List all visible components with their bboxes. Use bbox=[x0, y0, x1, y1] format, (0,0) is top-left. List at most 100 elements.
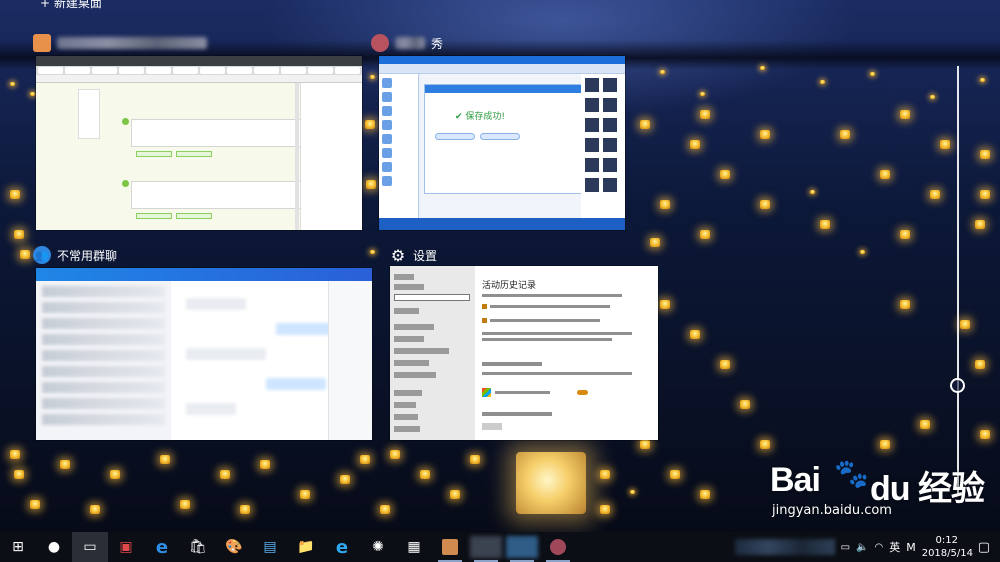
settings-nav-row bbox=[394, 324, 434, 330]
timeline-slider-handle[interactable] bbox=[950, 378, 965, 393]
settings-nav bbox=[390, 266, 475, 440]
lantern-light bbox=[360, 455, 370, 464]
taskbar: ⊞ ● ▭ ▣ e 🛍 🎨 ▤ 📁 e ✺ ▦ ▭ 🔈 ◠ 英 M 0:12 2… bbox=[0, 532, 1000, 562]
taskbar-running-browser[interactable] bbox=[432, 532, 468, 562]
taskbar-running-editor[interactable] bbox=[540, 532, 576, 562]
taskbar-app-edge[interactable]: e bbox=[144, 532, 180, 562]
lantern-light bbox=[760, 66, 765, 70]
chat-messages bbox=[176, 288, 346, 415]
tray-hidden-icons[interactable] bbox=[734, 539, 835, 555]
browser-scrollbar bbox=[295, 83, 299, 230]
window-title: 设置 bbox=[413, 248, 438, 263]
lantern-light bbox=[30, 500, 40, 509]
lantern-light bbox=[700, 230, 710, 239]
media-player-icon: ▣ bbox=[119, 539, 133, 555]
save-success-dialog: ✔ 保存成功! bbox=[424, 84, 584, 194]
lantern-light bbox=[450, 490, 460, 499]
checkbox-icon bbox=[482, 318, 487, 323]
lantern-light bbox=[720, 360, 730, 369]
lantern-light bbox=[900, 110, 910, 119]
start-button[interactable]: ⊞ bbox=[0, 532, 36, 562]
editor-thumbnail-strip bbox=[581, 74, 625, 218]
taskbar-app-store[interactable]: 🛍 bbox=[180, 532, 216, 562]
lantern-light bbox=[260, 460, 270, 469]
volume-icon[interactable]: 🔈 bbox=[856, 542, 868, 553]
step-card bbox=[131, 119, 306, 147]
cortana-button[interactable]: ● bbox=[36, 532, 72, 562]
new-desktop-button[interactable]: + 新建桌面 bbox=[40, 0, 102, 11]
window-thumbnail-chat[interactable] bbox=[36, 268, 372, 440]
editor-ribbon bbox=[379, 64, 625, 74]
window-thumbnail-browser[interactable] bbox=[36, 56, 362, 230]
task-view-button[interactable]: ▭ bbox=[72, 532, 108, 562]
save-success-text: ✔ 保存成功! bbox=[455, 112, 506, 122]
lantern-light bbox=[690, 140, 700, 149]
taskbar-app-ie[interactable]: e bbox=[324, 532, 360, 562]
browser-address-bar bbox=[36, 75, 362, 83]
lantern-light bbox=[340, 475, 350, 484]
settings-page-title: 活动历史记录 bbox=[482, 281, 537, 291]
lantern-light bbox=[930, 190, 940, 199]
ime-language[interactable]: 英 bbox=[889, 539, 900, 555]
chat-icon: 👥 bbox=[33, 246, 51, 264]
lantern-light bbox=[720, 170, 730, 179]
lantern-light bbox=[820, 80, 825, 84]
taskbar-running-blurred[interactable] bbox=[468, 532, 504, 562]
lantern-light bbox=[600, 505, 610, 514]
lantern-light bbox=[650, 238, 660, 247]
battery-icon[interactable]: ▭ bbox=[841, 542, 850, 553]
settings-nav-row bbox=[394, 336, 424, 342]
lantern-light bbox=[960, 320, 970, 329]
taskbar-app-card[interactable]: ▤ bbox=[252, 532, 288, 562]
action-center-icon[interactable]: ▢ bbox=[978, 540, 990, 555]
taskbar-app-media[interactable]: ▣ bbox=[108, 532, 144, 562]
window-title: 不常用群聊 bbox=[57, 248, 118, 263]
settings-text-line bbox=[482, 362, 542, 366]
editor-statusbar bbox=[379, 218, 625, 230]
window-header-editor[interactable]: 秀 bbox=[371, 33, 443, 53]
timeline-scrollbar[interactable] bbox=[957, 66, 959, 496]
clock-time: 0:12 bbox=[935, 535, 958, 546]
store-icon: 🛍 bbox=[189, 539, 207, 555]
lantern-light bbox=[900, 230, 910, 239]
lantern-light bbox=[110, 470, 120, 479]
taskbar-app-sun[interactable]: ✺ bbox=[360, 532, 396, 562]
calculator-icon: ▦ bbox=[407, 539, 421, 555]
running-app-icon bbox=[506, 536, 538, 558]
window-title-blurred bbox=[395, 37, 425, 49]
window-thumbnail-editor[interactable]: ✔ 保存成功! bbox=[379, 56, 625, 230]
settings-text-line bbox=[482, 372, 632, 375]
start-icon: ⊞ bbox=[12, 539, 24, 555]
step-card bbox=[131, 181, 306, 209]
window-thumbnail-settings[interactable]: 活动历史记录 bbox=[390, 266, 658, 440]
browser-page bbox=[36, 83, 362, 230]
browser-left-nav bbox=[78, 89, 100, 139]
clock[interactable]: 0:12 2018/5/14 bbox=[922, 534, 973, 560]
taskbar-app-paint[interactable]: 🎨 bbox=[216, 532, 252, 562]
lantern-light bbox=[10, 190, 20, 199]
lantern-light bbox=[700, 110, 710, 119]
baidu-paw-icon: 🐾 bbox=[834, 457, 869, 490]
window-header-chat[interactable]: 👥 不常用群聊 bbox=[33, 245, 117, 265]
lantern-light bbox=[370, 75, 375, 79]
clear-history-button bbox=[482, 423, 502, 430]
browser-icon bbox=[33, 34, 51, 52]
task-view-icon: ▭ bbox=[83, 539, 97, 555]
taskbar-running-chat[interactable] bbox=[504, 532, 540, 562]
lantern-light bbox=[880, 440, 890, 449]
baidu-jingyan-watermark: Bai 🐾 du 经验 jingyan.baidu.com bbox=[770, 455, 990, 518]
window-header-browser[interactable] bbox=[33, 33, 207, 53]
taskbar-app-explorer[interactable]: 📁 bbox=[288, 532, 324, 562]
lantern-light bbox=[470, 455, 480, 464]
lantern-light bbox=[760, 200, 770, 209]
wifi-icon[interactable]: ◠ bbox=[874, 542, 883, 553]
ime-mode[interactable]: M bbox=[906, 541, 916, 554]
lantern-light bbox=[390, 450, 400, 459]
lantern-light bbox=[940, 140, 950, 149]
lantern-light bbox=[860, 250, 865, 254]
settings-nav-row bbox=[394, 390, 422, 396]
browser-tabbar bbox=[36, 56, 362, 66]
lantern-light bbox=[980, 150, 990, 159]
window-header-settings[interactable]: ⚙ 设置 bbox=[389, 245, 437, 265]
taskbar-app-calculator[interactable]: ▦ bbox=[396, 532, 432, 562]
